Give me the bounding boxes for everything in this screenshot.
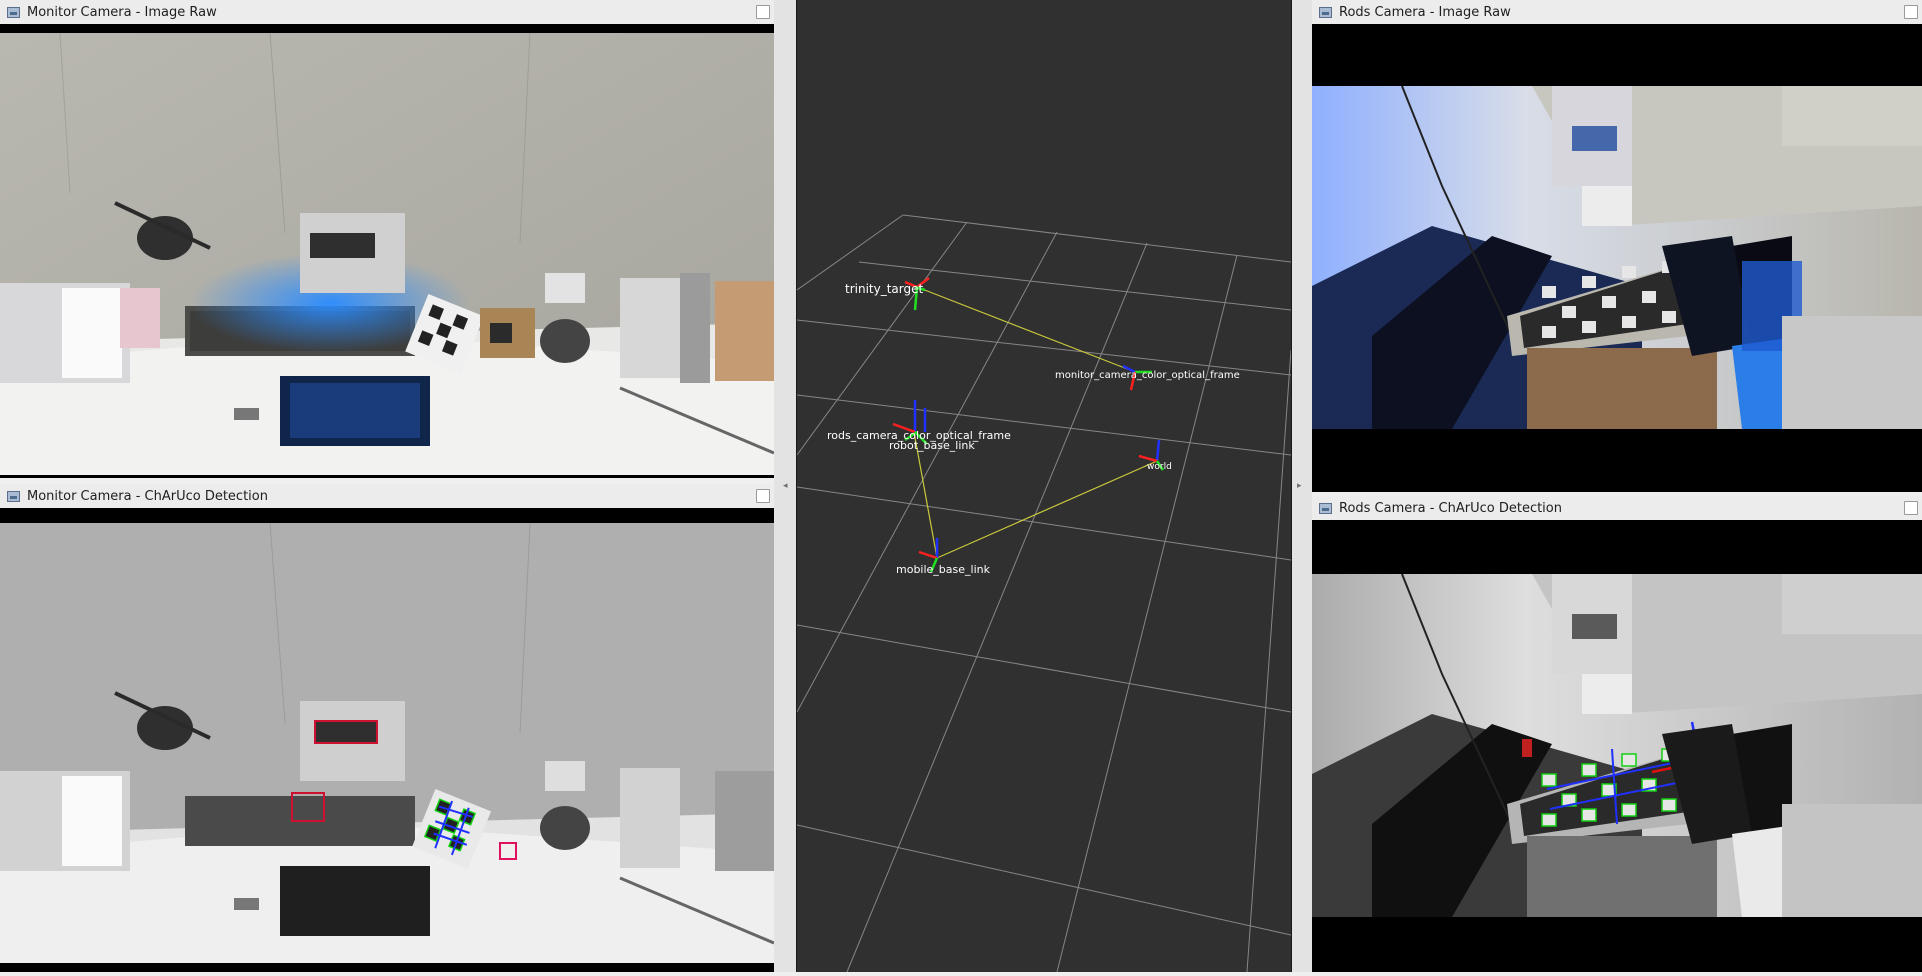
rods-raw-view [1312, 24, 1922, 492]
frame-label-trinity-target: trinity_target [845, 282, 924, 296]
rods-raw-panel: Rods Camera - Image Raw [1312, 0, 1922, 492]
panel-title: Rods Camera - ChArUco Detection [1339, 500, 1562, 516]
rods-charuco-image [1312, 574, 1922, 917]
image-view-icon [7, 6, 20, 18]
monitor-raw-view [0, 24, 774, 478]
arrow-left-icon[interactable]: ◂ [783, 481, 788, 491]
frame-label-world: world [1147, 462, 1172, 472]
image-view-icon [7, 490, 20, 502]
monitor-raw-panel: Monitor Camera - Image Raw [0, 0, 774, 478]
frame-label-mobile-base-link: mobile_base_link [896, 563, 991, 576]
right-splitter[interactable]: ▸ [1290, 0, 1312, 972]
monitor-raw-titlebar[interactable]: Monitor Camera - Image Raw [0, 0, 774, 25]
monitor-charuco-image [0, 523, 774, 963]
rviz-3d-view[interactable]: trinity_target monitor_camera_color_opti… [796, 0, 1292, 973]
close-icon[interactable] [756, 489, 770, 503]
rviz-canvas[interactable]: trinity_target monitor_camera_color_opti… [796, 0, 1292, 973]
panel-title: Rods Camera - Image Raw [1339, 4, 1511, 20]
monitor-raw-image [0, 33, 774, 475]
rods-charuco-titlebar[interactable]: Rods Camera - ChArUco Detection [1312, 496, 1922, 521]
left-splitter[interactable]: ◂ [774, 0, 796, 972]
rods-raw-image [1312, 86, 1922, 429]
rods-charuco-view [1312, 520, 1922, 972]
image-view-icon [1319, 502, 1332, 514]
panel-title: Monitor Camera - Image Raw [27, 4, 217, 20]
arrow-right-icon[interactable]: ▸ [1297, 481, 1302, 491]
close-icon[interactable] [1904, 501, 1918, 515]
image-view-icon [1319, 6, 1332, 18]
rods-raw-titlebar[interactable]: Rods Camera - Image Raw [1312, 0, 1922, 25]
panel-title: Monitor Camera - ChArUco Detection [27, 488, 268, 504]
monitor-charuco-view [0, 508, 774, 972]
frame-label-monitor-camera: monitor_camera_color_optical_frame [1055, 370, 1240, 381]
monitor-charuco-panel: Monitor Camera - ChArUco Detection [0, 484, 774, 972]
frame-label-robot-base-link: robot_base_link [889, 439, 975, 452]
rods-charuco-panel: Rods Camera - ChArUco Detection [1312, 496, 1922, 972]
close-icon[interactable] [756, 5, 770, 19]
close-icon[interactable] [1904, 5, 1918, 19]
monitor-charuco-titlebar[interactable]: Monitor Camera - ChArUco Detection [0, 484, 774, 509]
